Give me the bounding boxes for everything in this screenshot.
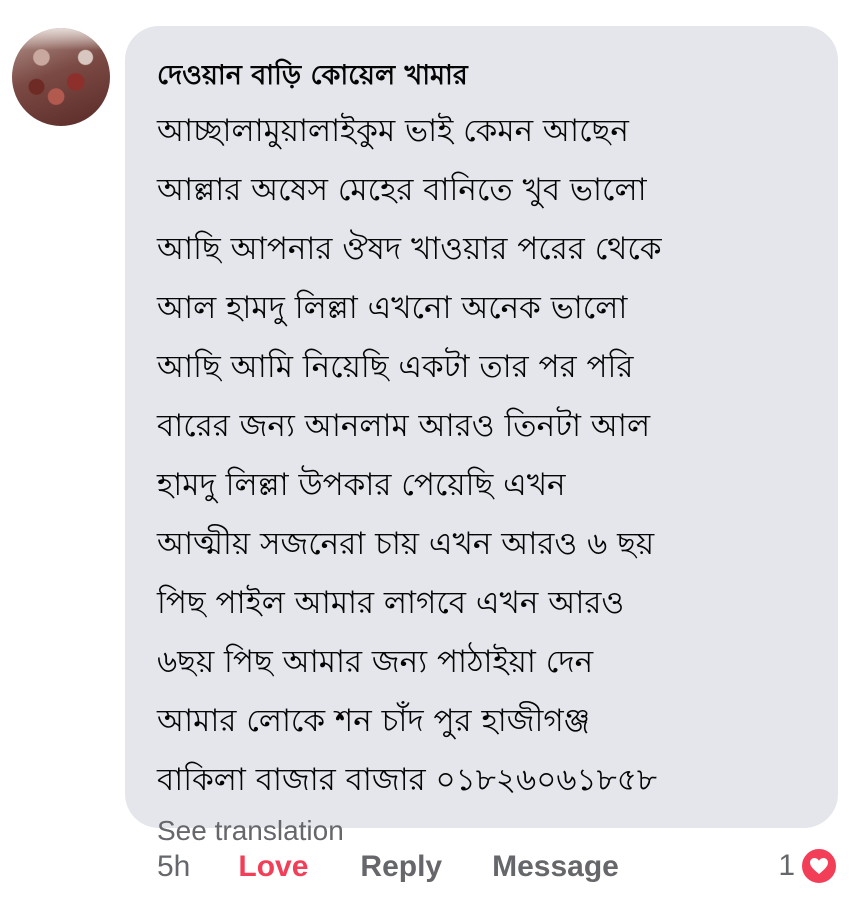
comment-line: হামদু লিল্লা উপকার পেয়েছি এখন [157, 467, 566, 503]
avatar[interactable] [12, 28, 110, 126]
comment-line: আল হামদু লিল্লা এখনো অনেক ভালো [157, 290, 628, 326]
comment-line: বাকিলা বাজার বাজার ০১৮২৬০৬১৮৫৮ [157, 762, 657, 798]
heart-icon [799, 846, 839, 886]
comment-line: আমার লোকে শন চাঁদ পুর হাজীগঞ্জ [157, 703, 591, 739]
comment-bubble: দেওয়ান বাড়ি কোয়েল খামার আচ্ছালামুয়াল… [125, 26, 838, 846]
comment-line: আল্লার অষেস মেহের বানিতে খুব ভালো [157, 172, 647, 208]
reaction-summary[interactable]: 1 [778, 844, 839, 888]
message-button[interactable]: Message [492, 850, 619, 884]
love-button[interactable]: Love [238, 850, 308, 884]
comment-line: ৬ছয় পিছ আমার জন্য পাঠাইয়া দেন [157, 644, 594, 680]
comment-actions: 5h Love Reply Message [157, 845, 619, 889]
comment-line: আত্মীয় সজনেরা চায় এখন আরও ৬ ছয় [157, 526, 655, 562]
comment-line: পিছ পাইল আমার লাগবে এখন আরও [157, 585, 625, 621]
comment-timestamp[interactable]: 5h [157, 850, 190, 884]
reaction-count: 1 [778, 849, 795, 882]
comment-author[interactable]: দেওয়ান বাড়ি কোয়েল খামার [157, 56, 808, 96]
comment-line: বারের জন্য আনলাম আরও তিনটা আল [157, 408, 651, 444]
reply-button[interactable]: Reply [360, 850, 442, 884]
comment-line: আছি আপনার ঔষদ খাওয়ার পরের থেকে [157, 231, 662, 267]
comment-line: আছি আমি নিয়েছি একটা তার পর পরি [157, 349, 634, 385]
comment-body: আচ্ছালামুয়ালাইকুম ভাই কেমন আছেন আল্লার … [157, 102, 808, 810]
comment-line: আচ্ছালামুয়ালাইকুম ভাই কেমন আছেন [157, 113, 629, 149]
